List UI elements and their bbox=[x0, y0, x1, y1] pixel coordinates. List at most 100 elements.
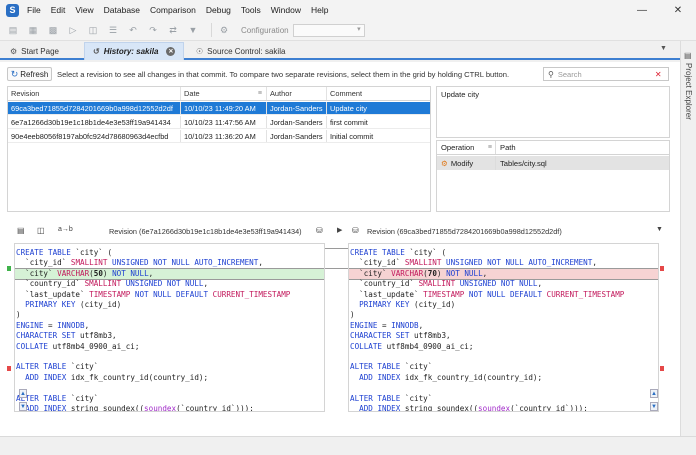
right-code-pane[interactable]: CREATE TABLE `city` ( `city_id` SMALLINT… bbox=[348, 243, 659, 412]
filter-icon[interactable]: ≡ bbox=[258, 90, 262, 97]
operations-grid: Operation ≡ Path ⚙ Modify Tables/city.sq… bbox=[436, 140, 670, 212]
project-explorer-rail[interactable]: ▤ Project Explorer bbox=[680, 41, 696, 455]
close-icon[interactable]: ✕ bbox=[166, 47, 176, 56]
document-tabs: ⚙ Start Page ↺ History: sakila ✕ ☉ Sourc… bbox=[0, 41, 680, 60]
undo-icon[interactable]: ↶ bbox=[126, 23, 140, 37]
revision-cell: 90e4eeb8056f8197ab0fc924d78680963d4ecfbd bbox=[8, 130, 181, 142]
configuration-select[interactable] bbox=[292, 23, 365, 37]
hint-text: Select a revision to see all changes in … bbox=[57, 70, 510, 79]
column-header-label: Date bbox=[184, 89, 200, 98]
menu-comparison[interactable]: Comparison bbox=[150, 5, 196, 15]
varchar-length: 70 bbox=[427, 268, 437, 278]
left-change-gutter bbox=[7, 243, 13, 412]
table-row[interactable]: 6e7a1266d30b19e1c18b1de4e3e53ff19a941434… bbox=[8, 116, 430, 129]
tab-list-chevron-icon[interactable]: ▼ bbox=[660, 45, 667, 52]
right-change-gutter bbox=[660, 243, 666, 412]
tab-start-page[interactable]: ⚙ Start Page bbox=[2, 42, 82, 60]
revisions-grid: Revision Date ≡ Author Comment 69ca3bed7… bbox=[7, 86, 431, 212]
menu-file[interactable]: File bbox=[27, 5, 41, 15]
search-box[interactable]: ⚲ ✕ bbox=[543, 67, 669, 81]
toolbar: ▤ ▦ ▩ ▷ ◫ ☰ ↶ ↷ ⇄ ▼ ⚙ Configuration bbox=[0, 20, 696, 41]
menu-bar: S File Edit View Database Comparison Deb… bbox=[0, 0, 696, 20]
clear-search-icon[interactable]: ✕ bbox=[655, 70, 662, 79]
search-input[interactable] bbox=[557, 69, 653, 79]
modify-icon: ⚙ bbox=[441, 158, 448, 168]
column-header-label: Operation bbox=[441, 143, 475, 152]
layout-icon[interactable]: ◫ bbox=[37, 226, 45, 235]
source-control-icon: ☉ bbox=[196, 46, 204, 56]
query-icon[interactable]: ☰ bbox=[106, 23, 120, 37]
tab-history[interactable]: ↺ History: sakila ✕ bbox=[84, 42, 184, 60]
menu-view[interactable]: View bbox=[75, 5, 93, 15]
comment-cell: Update city bbox=[330, 103, 367, 113]
table-row[interactable]: 69ca3bed71855d7284201669b0a998d12552d2df… bbox=[8, 102, 430, 115]
save-icon[interactable]: ▩ bbox=[46, 23, 60, 37]
prev-change-icon[interactable]: ▲ bbox=[19, 389, 27, 398]
tab-label: Start Page bbox=[21, 46, 59, 56]
diff-toolbar: ▤ ◫ a→b Revision (6e7a1266d30b19e1c18b1d… bbox=[0, 223, 680, 240]
tab-label: History: sakila bbox=[103, 47, 159, 56]
open-icon[interactable]: ▦ bbox=[26, 23, 40, 37]
right-revision-label: Revision (69ca3bed71855d7284201669b0a998… bbox=[367, 227, 562, 236]
diff-connector bbox=[325, 268, 348, 269]
filter-icon[interactable]: ▼ bbox=[186, 23, 200, 37]
execute-icon[interactable]: ▷ bbox=[66, 23, 80, 37]
column-header-author[interactable]: Author bbox=[267, 87, 327, 100]
removed-marker bbox=[7, 366, 11, 371]
menu-edit[interactable]: Edit bbox=[51, 5, 66, 15]
added-marker bbox=[7, 266, 11, 271]
revision-cell: 69ca3bed71855d7284201669b0a998d12552d2df bbox=[8, 102, 181, 114]
column-header-path[interactable]: Path bbox=[496, 143, 516, 152]
chevron-down-icon[interactable]: ▼ bbox=[656, 226, 663, 233]
revision-cell: 6e7a1266d30b19e1c18b1de4e3e53ff19a941434 bbox=[8, 116, 181, 128]
prev-change-icon[interactable]: ▲ bbox=[650, 389, 658, 398]
changed-line: `city` VARCHAR(70) NOT NULL, bbox=[349, 267, 658, 281]
operation-label: Modify bbox=[450, 158, 474, 168]
commit-comment-box[interactable]: Update city bbox=[436, 86, 670, 138]
removed-marker bbox=[660, 366, 664, 371]
diff-connector bbox=[325, 248, 348, 249]
history-panel: ↻ Refresh Select a revision to see all c… bbox=[0, 62, 680, 455]
word-wrap-icon[interactable]: a→b bbox=[58, 226, 73, 233]
schema-icon[interactable]: ◫ bbox=[86, 23, 100, 37]
configuration-label: Configuration bbox=[241, 25, 289, 35]
left-revision-label: Revision (6e7a1266d30b19e1c18b1de4e3e53f… bbox=[109, 227, 302, 236]
tab-source-control[interactable]: ☉ Source Control: sakila bbox=[188, 42, 308, 60]
comment-cell: Initial commit bbox=[330, 131, 374, 141]
menu-tools[interactable]: Tools bbox=[241, 5, 261, 15]
settings-icon[interactable]: ⚙ bbox=[217, 23, 231, 37]
author-cell: Jordan-Sanders bbox=[267, 102, 327, 114]
date-cell: 10/10/23 11:47:56 AM bbox=[181, 116, 267, 128]
minimize-icon[interactable]: — bbox=[624, 0, 660, 20]
column-header-operation[interactable]: Operation ≡ bbox=[437, 141, 496, 154]
project-explorer-label: Project Explorer bbox=[684, 63, 693, 120]
column-header-comment[interactable]: Comment bbox=[327, 87, 430, 100]
history-icon: ↺ bbox=[93, 47, 100, 56]
column-header-date[interactable]: Date ≡ bbox=[181, 87, 267, 100]
table-row[interactable]: ⚙ Modify Tables/city.sql bbox=[437, 156, 669, 170]
left-code-pane[interactable]: CREATE TABLE `city` ( `city_id` SMALLINT… bbox=[14, 243, 325, 412]
compare-icon[interactable]: ⇄ bbox=[166, 23, 180, 37]
close-window-icon[interactable]: ✕ bbox=[660, 0, 696, 20]
refresh-icon: ↻ bbox=[10, 68, 19, 79]
new-connection-icon[interactable]: ▤ bbox=[6, 23, 20, 37]
next-change-icon[interactable]: ▼ bbox=[19, 402, 27, 411]
ops-header: Operation ≡ Path bbox=[437, 141, 669, 155]
compare-view-icon[interactable]: ▤ bbox=[17, 226, 25, 235]
refresh-button[interactable]: ↻ Refresh bbox=[7, 67, 52, 81]
next-change-icon[interactable]: ▼ bbox=[650, 402, 658, 411]
menu-database[interactable]: Database bbox=[104, 5, 140, 15]
explorer-icon: ▤ bbox=[684, 51, 692, 60]
column-header-revision[interactable]: Revision bbox=[8, 87, 181, 100]
redo-icon[interactable]: ↷ bbox=[146, 23, 160, 37]
menu-help[interactable]: Help bbox=[311, 5, 328, 15]
changed-line: `city` VARCHAR(50) NOT NULL, bbox=[15, 267, 324, 281]
filter-icon[interactable]: ≡ bbox=[488, 144, 492, 151]
table-row[interactable]: 90e4eeb8056f8197ab0fc924d78680963d4ecfbd… bbox=[8, 130, 430, 143]
removed-marker bbox=[660, 266, 664, 271]
gear-icon: ⚙ bbox=[10, 46, 18, 56]
refresh-label: Refresh bbox=[20, 69, 49, 79]
menu-window[interactable]: Window bbox=[271, 5, 301, 15]
menu-debug[interactable]: Debug bbox=[206, 5, 231, 15]
author-cell: Jordan-Sanders bbox=[267, 130, 327, 142]
